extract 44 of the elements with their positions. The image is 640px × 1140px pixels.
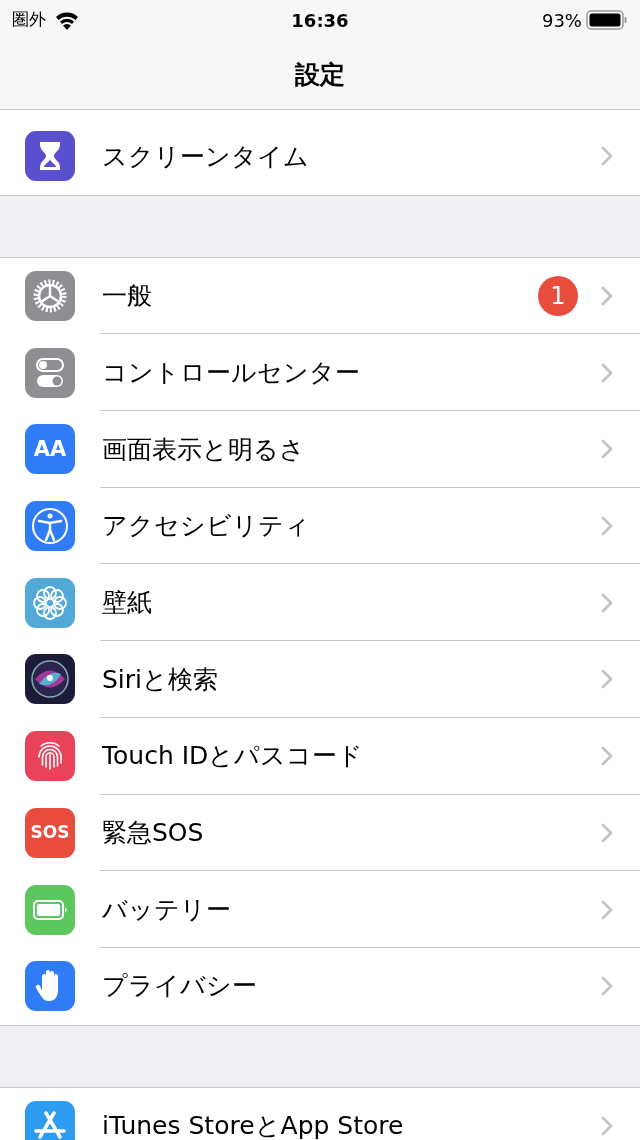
chevron-icon xyxy=(600,898,614,921)
settings-row[interactable]: コントロールセンター xyxy=(0,334,640,412)
app-icon: AA xyxy=(25,424,75,475)
page-title: 設定 xyxy=(295,58,345,91)
chevron-icon xyxy=(600,145,614,168)
settings-row[interactable]: iTunes StoreとApp Store xyxy=(0,1087,640,1140)
row-label: バッテリー xyxy=(102,893,232,926)
row-label: Siriと検索 xyxy=(102,663,220,696)
row-label: アクセシビリティ xyxy=(102,510,311,543)
settings-row[interactable]: AA 画面表示と明るさ xyxy=(0,411,640,488)
settings-row[interactable]: プライバシー xyxy=(0,947,640,1025)
clock-text: 16:36 xyxy=(291,8,349,33)
settings-row[interactable]: 壁紙 xyxy=(0,564,640,642)
chevron-icon xyxy=(600,745,614,768)
row-label: 画面表示と明るさ xyxy=(102,433,306,466)
notification-badge: 1 xyxy=(538,276,578,317)
chevron-icon xyxy=(600,361,614,384)
row-label: プライバシー xyxy=(102,970,258,1003)
settings-row[interactable]: Touch IDとパスコード xyxy=(0,717,640,795)
settings-row[interactable]: 一般 1 xyxy=(0,257,640,335)
row-label: スクリーンタイム xyxy=(102,140,310,173)
row-label: 一般 xyxy=(102,280,153,313)
chevron-icon xyxy=(600,668,614,691)
row-label: 緊急SOS xyxy=(102,817,205,850)
settings-row[interactable]: SOS 緊急SOS xyxy=(0,794,640,872)
row-label: 壁紙 xyxy=(102,587,153,620)
battery-percent: 93% xyxy=(541,8,582,33)
settings-row[interactable]: Siriと検索 xyxy=(0,641,640,718)
chevron-icon xyxy=(600,975,614,998)
battery-icon xyxy=(586,9,628,31)
chevron-icon xyxy=(600,591,614,614)
chevron-icon xyxy=(600,438,614,461)
settings-row[interactable]: バッテリー xyxy=(0,871,640,948)
chevron-icon xyxy=(600,1114,614,1137)
chevron-icon xyxy=(600,821,614,844)
settings-row[interactable]: アクセシビリティ xyxy=(0,487,640,565)
row-label: Touch IDとパスコード xyxy=(102,740,365,773)
chevron-icon xyxy=(600,515,614,538)
carrier-text: 圏外 xyxy=(12,8,46,32)
row-label: コントロールセンター xyxy=(102,356,361,389)
app-icon: SOS xyxy=(25,807,75,858)
wifi-icon xyxy=(54,10,80,30)
row-label: iTunes StoreとApp Store xyxy=(102,1110,405,1140)
chevron-icon xyxy=(600,285,614,308)
